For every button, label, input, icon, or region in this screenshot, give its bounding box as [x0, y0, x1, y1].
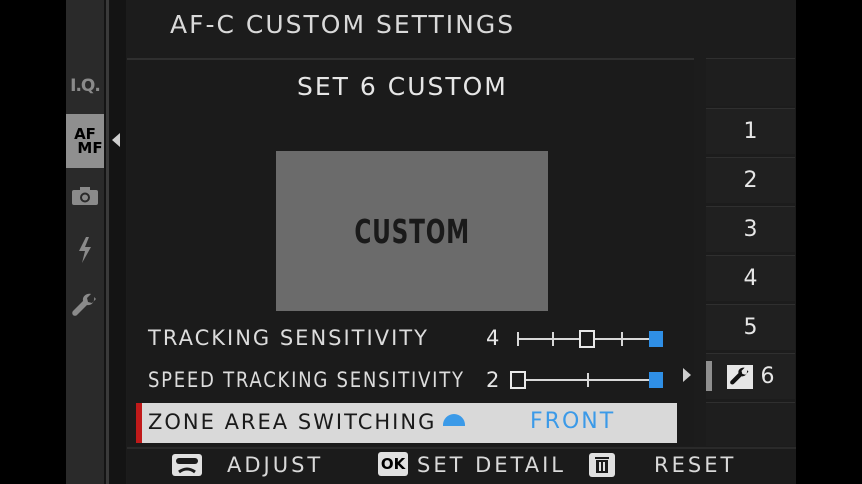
- rear-dial-icon: [171, 452, 203, 478]
- tab-pointer-arrow: [112, 133, 120, 147]
- tab-separator: [104, 0, 126, 484]
- set-item-label: 2: [743, 168, 758, 193]
- page-title: AF-C CUSTOM SETTINGS: [170, 10, 516, 39]
- tab-image-quality[interactable]: I.Q.: [66, 68, 104, 104]
- trash-icon: [588, 452, 616, 478]
- set-pointer-arrow: [683, 368, 691, 382]
- set-item-6[interactable]: 6: [706, 353, 795, 399]
- slider-tick: [517, 332, 519, 346]
- wrench-icon: [726, 364, 753, 389]
- speed-tracking-sensitivity-label[interactable]: SPEED TRACKING SENSITIVITY: [148, 368, 465, 392]
- tab-mf-label: MF: [77, 139, 103, 157]
- set-list-footer: [706, 402, 795, 446]
- set-item-4[interactable]: 4: [706, 255, 795, 301]
- set-list-header: [706, 58, 795, 106]
- custom-preview-label: CUSTOM: [354, 211, 470, 251]
- set-item-1[interactable]: 1: [706, 108, 795, 154]
- tracking-sensitivity-slider[interactable]: [517, 329, 663, 349]
- slider-level-marker: [649, 372, 663, 388]
- flash-icon: [79, 237, 91, 263]
- tab-iq-label: I.Q.: [70, 76, 101, 96]
- set-item-label: 6: [760, 364, 775, 389]
- tab-af-mf[interactable]: AF MF: [66, 114, 104, 168]
- set-detail-hint: SET DETAIL: [417, 453, 566, 477]
- ok-key-icon: OK: [378, 452, 408, 476]
- set-subtitle: SET 6 CUSTOM: [297, 72, 508, 101]
- set-item-label: 5: [743, 315, 758, 340]
- slider-level-marker: [649, 331, 663, 347]
- set-item-2[interactable]: 2: [706, 157, 795, 203]
- tab-flash[interactable]: [66, 232, 104, 268]
- tracking-sensitivity-value: 4: [486, 326, 500, 350]
- tracking-sensitivity-label[interactable]: TRACKING SENSITIVITY: [148, 326, 429, 350]
- set-item-5[interactable]: 5: [706, 304, 795, 350]
- tab-shooting[interactable]: [66, 180, 104, 212]
- selection-indicator: [136, 403, 142, 443]
- wrench-icon: [72, 293, 96, 316]
- set-item-label: 3: [743, 217, 758, 242]
- speed-tracking-sensitivity-value: 2: [486, 368, 500, 392]
- speed-tracking-sensitivity-slider[interactable]: [510, 370, 663, 390]
- ok-key-label: OK: [380, 455, 406, 473]
- adjust-hint: ADJUST: [227, 453, 324, 477]
- set-item-3[interactable]: 3: [706, 206, 795, 252]
- slider-knob[interactable]: [579, 330, 595, 348]
- slider-tick: [621, 332, 623, 346]
- slider-knob[interactable]: [510, 371, 526, 389]
- slider-tick: [587, 373, 589, 387]
- camera-icon: [72, 187, 98, 205]
- reset-hint: RESET: [654, 453, 737, 477]
- set-item-label: 4: [743, 266, 758, 291]
- tab-setup[interactable]: [66, 288, 104, 324]
- zone-area-switching-label: ZONE AREA SWITCHING: [148, 410, 437, 434]
- set-item-label: 1: [743, 119, 758, 144]
- slider-tick: [552, 332, 554, 346]
- current-set-marker: [706, 361, 712, 391]
- zone-area-switching-value: FRONT: [530, 409, 616, 434]
- custom-preview: CUSTOM: [276, 151, 548, 311]
